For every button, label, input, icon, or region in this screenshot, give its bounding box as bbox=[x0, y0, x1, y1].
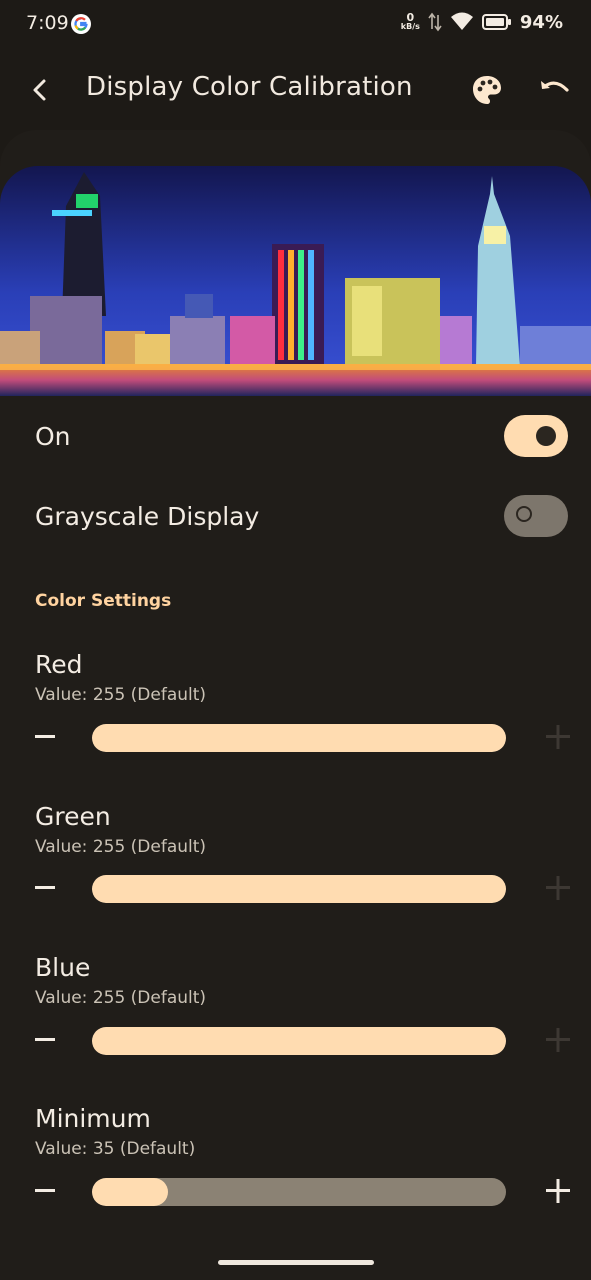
setting-minimum: Minimum Value: 35 (Default) bbox=[35, 1104, 568, 1159]
setting-red: Red Value: 255 (Default) bbox=[35, 650, 568, 705]
switch-knob bbox=[536, 426, 556, 446]
app-toolbar: Display Color Calibration bbox=[0, 52, 591, 130]
setting-name: Blue bbox=[35, 953, 91, 982]
setting-value: Value: 255 (Default) bbox=[35, 988, 207, 1008]
slider-fill bbox=[92, 1027, 506, 1055]
wifi-icon bbox=[450, 12, 473, 30]
page-title: Display Color Calibration bbox=[86, 72, 413, 102]
plus-icon bbox=[546, 876, 570, 900]
toggle-row-grayscale[interactable]: Grayscale Display bbox=[35, 493, 568, 539]
slider-row-blue bbox=[35, 1025, 570, 1055]
plus-icon bbox=[546, 1028, 570, 1052]
slider-row-minimum bbox=[35, 1176, 570, 1206]
slider-fill bbox=[92, 724, 506, 752]
palette-icon[interactable] bbox=[470, 73, 504, 107]
switch-knob bbox=[516, 506, 532, 522]
slider-row-green bbox=[35, 873, 570, 903]
setting-name: Green bbox=[35, 802, 111, 831]
google-icon bbox=[71, 14, 91, 34]
setting-blue: Blue Value: 255 (Default) bbox=[35, 953, 568, 1008]
blue-slider[interactable] bbox=[92, 1027, 506, 1055]
back-arrow-icon[interactable] bbox=[22, 72, 58, 108]
preview-image bbox=[0, 166, 591, 396]
undo-icon[interactable] bbox=[537, 74, 573, 106]
plus-icon bbox=[546, 725, 570, 749]
setting-value: Value: 35 (Default) bbox=[35, 1139, 196, 1159]
minimum-slider[interactable] bbox=[92, 1178, 506, 1206]
gesture-nav-bar[interactable] bbox=[218, 1260, 374, 1265]
section-title-color-settings: Color Settings bbox=[35, 591, 172, 611]
green-slider[interactable] bbox=[92, 875, 506, 903]
toggle-row-on[interactable]: On bbox=[35, 413, 568, 459]
slider-fill bbox=[92, 875, 506, 903]
setting-value: Value: 255 (Default) bbox=[35, 837, 207, 857]
slider-fill bbox=[92, 1178, 169, 1206]
on-switch[interactable] bbox=[504, 415, 568, 457]
battery-icon bbox=[481, 14, 511, 30]
minus-icon[interactable] bbox=[35, 1025, 55, 1055]
setting-green: Green Value: 255 (Default) bbox=[35, 802, 568, 857]
toggle-label-on: On bbox=[35, 421, 71, 451]
status-bar: 7:09 0 kB/s 94% bbox=[0, 0, 591, 52]
network-speed: 0 kB/s bbox=[400, 11, 420, 31]
status-time: 7:09 bbox=[26, 12, 69, 34]
minus-icon[interactable] bbox=[35, 722, 55, 752]
battery-percent: 94% bbox=[519, 11, 563, 33]
grayscale-switch[interactable] bbox=[504, 495, 568, 537]
minus-icon[interactable] bbox=[35, 873, 55, 903]
red-slider[interactable] bbox=[92, 724, 506, 752]
setting-value: Value: 255 (Default) bbox=[35, 685, 207, 705]
minus-icon[interactable] bbox=[35, 1176, 55, 1206]
slider-row-red bbox=[35, 722, 570, 752]
setting-name: Minimum bbox=[35, 1104, 151, 1133]
plus-icon[interactable] bbox=[546, 1176, 570, 1206]
setting-name: Red bbox=[35, 650, 83, 679]
data-transfer-icon bbox=[428, 12, 442, 32]
toggle-label-grayscale: Grayscale Display bbox=[35, 501, 260, 531]
